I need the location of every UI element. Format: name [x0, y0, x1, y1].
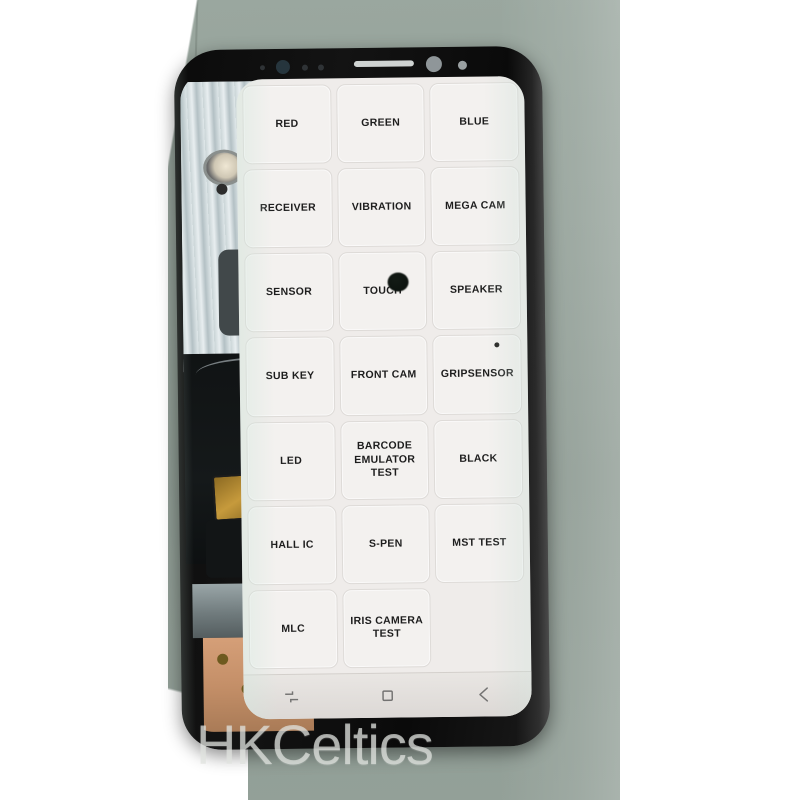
test-button-red[interactable]: RED [242, 84, 332, 165]
cell-label: BARCODE EMULATOR TEST [354, 439, 416, 479]
cell-label: MLC [281, 622, 306, 635]
test-button-led[interactable]: LED [246, 420, 336, 502]
test-button-black[interactable]: BLACK [433, 418, 524, 499]
hardware-test-grid: RED GREEN BLUE RECEIVER VIBRATION MEGA C… [242, 82, 525, 670]
cell-label: IRIS CAMERA TEST [350, 614, 424, 641]
led-indicator [457, 60, 467, 70]
home-square-icon[interactable] [377, 685, 399, 707]
screenshot-root: RED GREEN BLUE RECEIVER VIBRATION MEGA C… [0, 0, 800, 800]
cell-label: LED [280, 454, 303, 467]
iris-sensor-dot [259, 65, 265, 71]
test-button-vibration[interactable]: VIBRATION [336, 167, 427, 248]
phone-screen: RED GREEN BLUE RECEIVER VIBRATION MEGA C… [236, 75, 532, 720]
cell-label: GRIPSENSOR [440, 367, 514, 381]
android-navigation-bar [243, 670, 532, 720]
test-button-sensor[interactable]: SENSOR [244, 252, 334, 333]
test-button-iris-camera-test[interactable]: IRIS CAMERA TEST [341, 588, 432, 669]
test-button-mlc[interactable]: MLC [248, 589, 338, 670]
light-sensor-dot [317, 64, 324, 71]
test-button-touch[interactable]: TOUCH [337, 251, 428, 332]
test-button-barcode-emulator[interactable]: BARCODE EMULATOR TEST [339, 419, 430, 500]
cell-label: BLUE [459, 115, 490, 128]
cell-label: MEGA CAM [445, 199, 506, 213]
top-bezel [236, 46, 524, 80]
cell-label: MST TEST [452, 535, 507, 549]
proximity-sensor-dot [301, 64, 308, 71]
back-arrow-icon[interactable] [472, 683, 494, 705]
cell-label: GREEN [361, 116, 401, 129]
test-button-s-pen[interactable]: S-PEN [340, 503, 431, 585]
test-button-speaker[interactable]: SPEAKER [431, 250, 522, 331]
test-button-sub-key[interactable]: SUB KEY [245, 336, 335, 417]
cell-label: RECEIVER [259, 201, 317, 215]
cell-label: BLACK [459, 451, 498, 465]
cell-label: HALL IC [270, 538, 314, 551]
test-button-mst-test[interactable]: MST TEST [434, 502, 525, 583]
touch-test-mark [387, 272, 409, 293]
screen-dust-speck [494, 342, 500, 348]
cell-label: SENSOR [265, 285, 313, 299]
cell-label: S-PEN [368, 537, 403, 550]
iris-camera [275, 59, 291, 75]
cell-label: SUB KEY [265, 370, 315, 383]
phone-device: RED GREEN BLUE RECEIVER VIBRATION MEGA C… [173, 45, 551, 751]
cell-label: FRONT CAM [350, 368, 417, 382]
test-button-hall-ic[interactable]: HALL IC [247, 505, 337, 586]
test-button-mega-cam[interactable]: MEGA CAM [430, 166, 521, 247]
cell-label: RED [275, 117, 299, 131]
test-button-blue[interactable]: BLUE [429, 82, 520, 163]
test-button-receiver[interactable]: RECEIVER [243, 168, 333, 249]
cell-label: SPEAKER [449, 283, 503, 297]
recents-icon[interactable] [281, 686, 303, 708]
test-button-front-cam[interactable]: FRONT CAM [338, 335, 429, 416]
test-button-green[interactable]: GREEN [335, 83, 426, 164]
front-camera [425, 55, 443, 73]
secondary-sensor-hole [216, 183, 228, 195]
cell-label: VIBRATION [351, 200, 412, 214]
test-button-gripsensor[interactable]: GRIPSENSOR [432, 334, 523, 415]
earpiece-speaker-slot [353, 60, 414, 68]
